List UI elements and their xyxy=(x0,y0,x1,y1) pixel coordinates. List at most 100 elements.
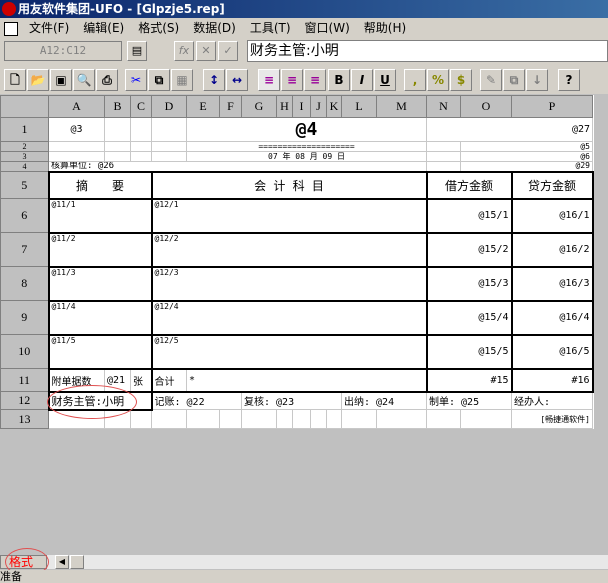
total-credit-cell[interactable]: #16 xyxy=(510,367,594,393)
credit-cell[interactable]: @16/1 xyxy=(510,197,594,234)
account-cell[interactable]: @12/4 xyxy=(150,299,428,336)
report-title-cell[interactable]: @4 xyxy=(186,117,427,142)
account-cell[interactable]: @12/5 xyxy=(150,333,428,370)
column-header-a[interactable]: A xyxy=(48,95,105,118)
menu-data[interactable]: 数据(D) xyxy=(186,18,243,38)
keyboard-icon[interactable]: ▤ xyxy=(127,41,147,61)
cell-p3[interactable]: @6 xyxy=(460,151,593,162)
row-header[interactable]: 6 xyxy=(0,198,49,233)
row-header[interactable]: 12 xyxy=(0,391,49,410)
percent-button[interactable]: % xyxy=(427,69,449,91)
account-cell[interactable]: @12/2 xyxy=(150,231,428,268)
underline-button[interactable]: U xyxy=(374,69,396,91)
summary-header[interactable]: 摘 要 xyxy=(47,170,153,200)
credit-cell[interactable]: @16/3 xyxy=(510,265,594,302)
credit-cell[interactable]: @16/4 xyxy=(510,299,594,336)
copy-icon[interactable]: ⧉ xyxy=(148,69,170,91)
cashier-cell[interactable]: 出纳: @24 xyxy=(341,391,427,410)
row-header[interactable]: 8 xyxy=(0,266,49,301)
column-header-d[interactable]: D xyxy=(151,95,187,118)
column-header-p[interactable]: P xyxy=(511,95,593,118)
save-icon[interactable]: ▣ xyxy=(50,69,72,91)
align-left-icon[interactable]: ≡ xyxy=(258,69,280,91)
formula-input[interactable]: 财务主管:小明 xyxy=(247,40,608,62)
cancel-icon[interactable]: ✕ xyxy=(196,41,216,61)
new-icon[interactable]: 🗋 xyxy=(4,69,26,91)
help-pointer-icon[interactable]: ? xyxy=(558,69,580,91)
column-header-f[interactable]: F xyxy=(219,95,242,118)
row-header[interactable]: 11 xyxy=(0,368,49,392)
debit-cell[interactable]: @15/4 xyxy=(425,299,513,336)
account-header[interactable]: 会 计 科 目 xyxy=(150,170,428,200)
menu-file[interactable]: 文件(F) xyxy=(22,18,76,38)
debit-cell[interactable]: @15/5 xyxy=(425,333,513,370)
total-label[interactable]: 合计 xyxy=(150,367,187,393)
debit-cell[interactable]: @15/1 xyxy=(425,197,513,234)
column-header-k[interactable]: K xyxy=(326,95,342,118)
summary-cell[interactable]: @11/1 xyxy=(47,197,153,234)
cell-p1[interactable]: @27 xyxy=(426,117,593,142)
chart-icon[interactable]: ✎ xyxy=(480,69,502,91)
debit-header[interactable]: 借方金额 xyxy=(425,170,513,200)
bookkeeper-cell[interactable]: 记账: @22 xyxy=(151,391,242,410)
row-header[interactable]: 7 xyxy=(0,232,49,267)
italic-button[interactable]: I xyxy=(351,69,373,91)
summary-cell[interactable]: @11/2 xyxy=(47,231,153,268)
scroll-left-icon[interactable]: ◀ xyxy=(55,555,69,569)
print-icon[interactable]: ⎙ xyxy=(96,69,118,91)
cell-reference[interactable]: A12:C12 xyxy=(4,41,122,61)
row-header[interactable]: 13 xyxy=(0,409,49,429)
paste-icon[interactable]: ▦ xyxy=(171,69,193,91)
column-width-icon[interactable]: ↔ xyxy=(226,69,248,91)
column-header-i[interactable]: I xyxy=(292,95,311,118)
column-header-c[interactable]: C xyxy=(130,95,152,118)
row-header[interactable]: 9 xyxy=(0,300,49,335)
open-icon[interactable]: 📂 xyxy=(27,69,49,91)
summary-cell[interactable]: @11/5 xyxy=(47,333,153,370)
align-center-icon[interactable]: ≡ xyxy=(281,69,303,91)
row-header[interactable]: 2 xyxy=(0,141,49,152)
menu-edit[interactable]: 编辑(E) xyxy=(76,18,131,38)
print-preview-icon[interactable]: 🔍 xyxy=(73,69,95,91)
credit-cell[interactable]: @16/2 xyxy=(510,231,594,268)
brand-cell[interactable]: [畅捷通软件] xyxy=(511,409,593,429)
cell-p2[interactable]: @5 xyxy=(460,141,593,152)
date-cell[interactable]: 07 年 08 月 09 日 xyxy=(186,151,427,162)
account-cell[interactable]: @12/3 xyxy=(150,265,428,302)
summary-cell[interactable]: @11/4 xyxy=(47,299,153,336)
cell-p4[interactable]: @29 xyxy=(460,161,593,172)
sort-icon[interactable]: ↓ xyxy=(526,69,548,91)
row-header[interactable]: 10 xyxy=(0,334,49,369)
summary-cell[interactable]: @11/3 xyxy=(47,265,153,302)
menu-window[interactable]: 窗口(W) xyxy=(298,18,357,38)
column-header-m[interactable]: M xyxy=(376,95,427,118)
credit-cell[interactable]: @16/5 xyxy=(510,333,594,370)
reviewer-cell[interactable]: 复核: @23 xyxy=(241,391,342,410)
menu-tools[interactable]: 工具(T) xyxy=(243,18,298,38)
total-account-cell[interactable]: * xyxy=(186,367,428,393)
column-header-l[interactable]: L xyxy=(341,95,377,118)
confirm-icon[interactable]: ✓ xyxy=(218,41,238,61)
bold-button[interactable]: B xyxy=(328,69,350,91)
comma-button[interactable]: , xyxy=(404,69,426,91)
menu-format[interactable]: 格式(S) xyxy=(131,18,186,38)
maker-cell[interactable]: 制单: @25 xyxy=(426,391,512,410)
spreadsheet-grid[interactable]: ABCDEFGHIJKLMNOP 1 @3 @4 @27 2 =============… xyxy=(0,95,594,429)
cut-icon[interactable]: ✂ xyxy=(125,69,147,91)
column-header-b[interactable]: B xyxy=(104,95,131,118)
column-header-g[interactable]: G xyxy=(241,95,277,118)
align-right-icon[interactable]: ≡ xyxy=(304,69,326,91)
function-icon[interactable]: fx xyxy=(174,41,194,61)
row-header[interactable]: 5 xyxy=(0,171,49,199)
column-header-e[interactable]: E xyxy=(186,95,220,118)
column-header-j[interactable]: J xyxy=(310,95,327,118)
corner-cell[interactable] xyxy=(0,95,49,118)
scroll-right-button[interactable] xyxy=(70,555,84,569)
column-header-o[interactable]: O xyxy=(460,95,512,118)
title-underline-cell[interactable]: ==================== xyxy=(186,141,427,152)
document-icon[interactable] xyxy=(4,21,18,36)
row-height-icon[interactable]: ↕ xyxy=(203,69,225,91)
account-cell[interactable]: @12/1 xyxy=(150,197,428,234)
debit-cell[interactable]: @15/2 xyxy=(425,231,513,268)
row-header[interactable]: 3 xyxy=(0,151,49,162)
